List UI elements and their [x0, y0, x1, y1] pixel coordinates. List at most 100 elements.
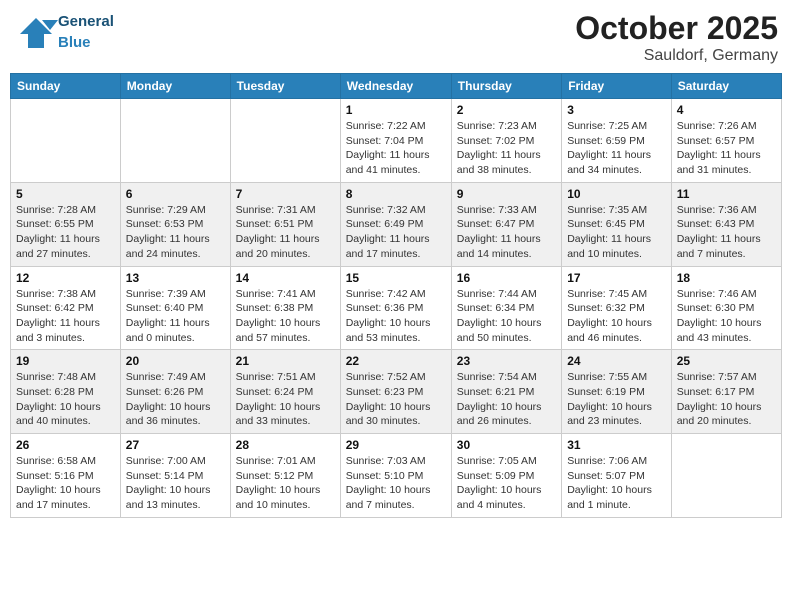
day-info: Sunrise: 7:22 AMSunset: 7:04 PMDaylight:…: [346, 119, 446, 178]
day-number: 5: [16, 187, 115, 201]
weekday-header-tuesday: Tuesday: [230, 74, 340, 99]
day-number: 9: [457, 187, 556, 201]
day-cell: 30 Sunrise: 7:05 AMSunset: 5:09 PMDayligh…: [451, 434, 561, 518]
day-number: 18: [677, 271, 776, 285]
day-info: Sunrise: 7:03 AMSunset: 5:10 PMDaylight:…: [346, 454, 446, 513]
day-cell: 3Sunrise: 7:25 AMSunset: 6:59 PMDaylight…: [562, 99, 672, 183]
day-number: 8: [346, 187, 446, 201]
day-info: Sunrise: 7:31 AMSunset: 6:51 PMDaylight:…: [236, 203, 335, 262]
week-row-3: 12 Sunrise: 7:38 AMSunset: 6:42 PMDayligh…: [11, 266, 782, 350]
day-info: Sunrise: 7:38 AMSunset: 6:42 PMDaylight:…: [16, 287, 115, 346]
day-number: 16: [457, 271, 556, 285]
day-info: Sunrise: 7:49 AMSunset: 6:26 PMDaylight:…: [126, 370, 225, 429]
day-number: 21: [236, 354, 335, 368]
weekday-header-friday: Friday: [562, 74, 672, 99]
day-cell: 26 Sunrise: 6:58 AMSunset: 5:16 PMDayligh…: [11, 434, 121, 518]
day-number: 24: [567, 354, 666, 368]
day-number: 30: [457, 438, 556, 452]
day-cell: 8Sunrise: 7:32 AMSunset: 6:49 PMDaylight…: [340, 182, 451, 266]
day-info: Sunrise: 6:58 AMSunset: 5:16 PMDaylight:…: [16, 454, 115, 513]
day-cell: 2 Sunrise: 7:23 AMSunset: 7:02 PMDaylight…: [451, 99, 561, 183]
day-number: 28: [236, 438, 335, 452]
location: Sauldorf, Germany: [575, 47, 778, 65]
day-info: Sunrise: 7:35 AMSunset: 6:45 PMDaylight:…: [567, 203, 666, 262]
day-cell: 19 Sunrise: 7:48 AMSunset: 6:28 PMDayligh…: [11, 350, 121, 434]
day-info: Sunrise: 7:54 AMSunset: 6:21 PMDaylight:…: [457, 370, 556, 429]
day-cell: 25Sunrise: 7:57 AMSunset: 6:17 PMDayligh…: [671, 350, 781, 434]
logo-icon: [14, 16, 54, 46]
day-cell: 10 Sunrise: 7:35 AMSunset: 6:45 PMDayligh…: [562, 182, 672, 266]
day-number: 3: [567, 103, 666, 117]
day-info: Sunrise: 7:06 AMSunset: 5:07 PMDaylight:…: [567, 454, 666, 513]
day-number: 27: [126, 438, 225, 452]
logo-general: General: [58, 13, 114, 30]
day-info: Sunrise: 7:45 AMSunset: 6:32 PMDaylight:…: [567, 287, 666, 346]
day-cell: 28 Sunrise: 7:01 AMSunset: 5:12 PMDayligh…: [230, 434, 340, 518]
day-cell: 21 Sunrise: 7:51 AMSunset: 6:24 PMDayligh…: [230, 350, 340, 434]
day-number: 1: [346, 103, 446, 117]
calendar-table: SundayMondayTuesdayWednesdayThursdayFrid…: [10, 73, 782, 518]
weekday-header-wednesday: Wednesday: [340, 74, 451, 99]
day-info: Sunrise: 7:26 AMSunset: 6:57 PMDaylight:…: [677, 119, 776, 178]
week-row-4: 19 Sunrise: 7:48 AMSunset: 6:28 PMDayligh…: [11, 350, 782, 434]
day-cell: 23 Sunrise: 7:54 AMSunset: 6:21 PMDayligh…: [451, 350, 561, 434]
day-info: Sunrise: 7:23 AMSunset: 7:02 PMDaylight:…: [457, 119, 556, 178]
day-cell: 13Sunrise: 7:39 AMSunset: 6:40 PMDayligh…: [120, 266, 230, 350]
week-row-2: 5Sunrise: 7:28 AMSunset: 6:55 PMDaylight…: [11, 182, 782, 266]
day-info: Sunrise: 7:01 AMSunset: 5:12 PMDaylight:…: [236, 454, 335, 513]
day-info: Sunrise: 7:41 AMSunset: 6:38 PMDaylight:…: [236, 287, 335, 346]
day-number: 29: [346, 438, 446, 452]
day-number: 19: [16, 354, 115, 368]
day-info: Sunrise: 7:51 AMSunset: 6:24 PMDaylight:…: [236, 370, 335, 429]
day-number: 11: [677, 187, 776, 201]
day-info: Sunrise: 7:05 AMSunset: 5:09 PMDaylight:…: [457, 454, 556, 513]
day-number: 12: [16, 271, 115, 285]
day-number: 26: [16, 438, 115, 452]
weekday-header-saturday: Saturday: [671, 74, 781, 99]
day-info: Sunrise: 7:39 AMSunset: 6:40 PMDaylight:…: [126, 287, 225, 346]
day-cell: [120, 99, 230, 183]
logo-text: General Blue: [58, 10, 114, 52]
day-number: 2: [457, 103, 556, 117]
logo: General Blue: [14, 10, 114, 52]
day-cell: 11 Sunrise: 7:36 AMSunset: 6:43 PMDayligh…: [671, 182, 781, 266]
day-number: 14: [236, 271, 335, 285]
weekday-header-sunday: Sunday: [11, 74, 121, 99]
day-number: 22: [346, 354, 446, 368]
day-cell: 15 Sunrise: 7:42 AMSunset: 6:36 PMDayligh…: [340, 266, 451, 350]
day-cell: [230, 99, 340, 183]
day-cell: 7 Sunrise: 7:31 AMSunset: 6:51 PMDaylight…: [230, 182, 340, 266]
weekday-header-row: SundayMondayTuesdayWednesdayThursdayFrid…: [11, 74, 782, 99]
day-cell: 6Sunrise: 7:29 AMSunset: 6:53 PMDaylight…: [120, 182, 230, 266]
day-info: Sunrise: 7:42 AMSunset: 6:36 PMDaylight:…: [346, 287, 446, 346]
day-number: 20: [126, 354, 225, 368]
day-cell: 16Sunrise: 7:44 AMSunset: 6:34 PMDayligh…: [451, 266, 561, 350]
day-cell: [11, 99, 121, 183]
day-info: Sunrise: 7:48 AMSunset: 6:28 PMDaylight:…: [16, 370, 115, 429]
day-number: 25: [677, 354, 776, 368]
day-info: Sunrise: 7:33 AMSunset: 6:47 PMDaylight:…: [457, 203, 556, 262]
day-cell: 31 Sunrise: 7:06 AMSunset: 5:07 PMDayligh…: [562, 434, 672, 518]
day-cell: 12 Sunrise: 7:38 AMSunset: 6:42 PMDayligh…: [11, 266, 121, 350]
day-number: 23: [457, 354, 556, 368]
week-row-1: 1 Sunrise: 7:22 AMSunset: 7:04 PMDaylight…: [11, 99, 782, 183]
day-cell: 24Sunrise: 7:55 AMSunset: 6:19 PMDayligh…: [562, 350, 672, 434]
week-row-5: 26 Sunrise: 6:58 AMSunset: 5:16 PMDayligh…: [11, 434, 782, 518]
page-header: General Blue October 2025 Sauldorf, Germ…: [10, 10, 782, 65]
day-cell: 1 Sunrise: 7:22 AMSunset: 7:04 PMDaylight…: [340, 99, 451, 183]
day-number: 15: [346, 271, 446, 285]
day-info: Sunrise: 7:00 AMSunset: 5:14 PMDaylight:…: [126, 454, 225, 513]
day-cell: 4 Sunrise: 7:26 AMSunset: 6:57 PMDaylight…: [671, 99, 781, 183]
day-number: 7: [236, 187, 335, 201]
day-cell: 20 Sunrise: 7:49 AMSunset: 6:26 PMDayligh…: [120, 350, 230, 434]
day-cell: 29 Sunrise: 7:03 AMSunset: 5:10 PMDayligh…: [340, 434, 451, 518]
day-cell: 18 Sunrise: 7:46 AMSunset: 6:30 PMDayligh…: [671, 266, 781, 350]
day-cell: 22Sunrise: 7:52 AMSunset: 6:23 PMDayligh…: [340, 350, 451, 434]
day-number: 4: [677, 103, 776, 117]
day-number: 31: [567, 438, 666, 452]
month-year: October 2025: [575, 10, 778, 47]
day-info: Sunrise: 7:46 AMSunset: 6:30 PMDaylight:…: [677, 287, 776, 346]
day-info: Sunrise: 7:36 AMSunset: 6:43 PMDaylight:…: [677, 203, 776, 262]
weekday-header-monday: Monday: [120, 74, 230, 99]
day-number: 10: [567, 187, 666, 201]
